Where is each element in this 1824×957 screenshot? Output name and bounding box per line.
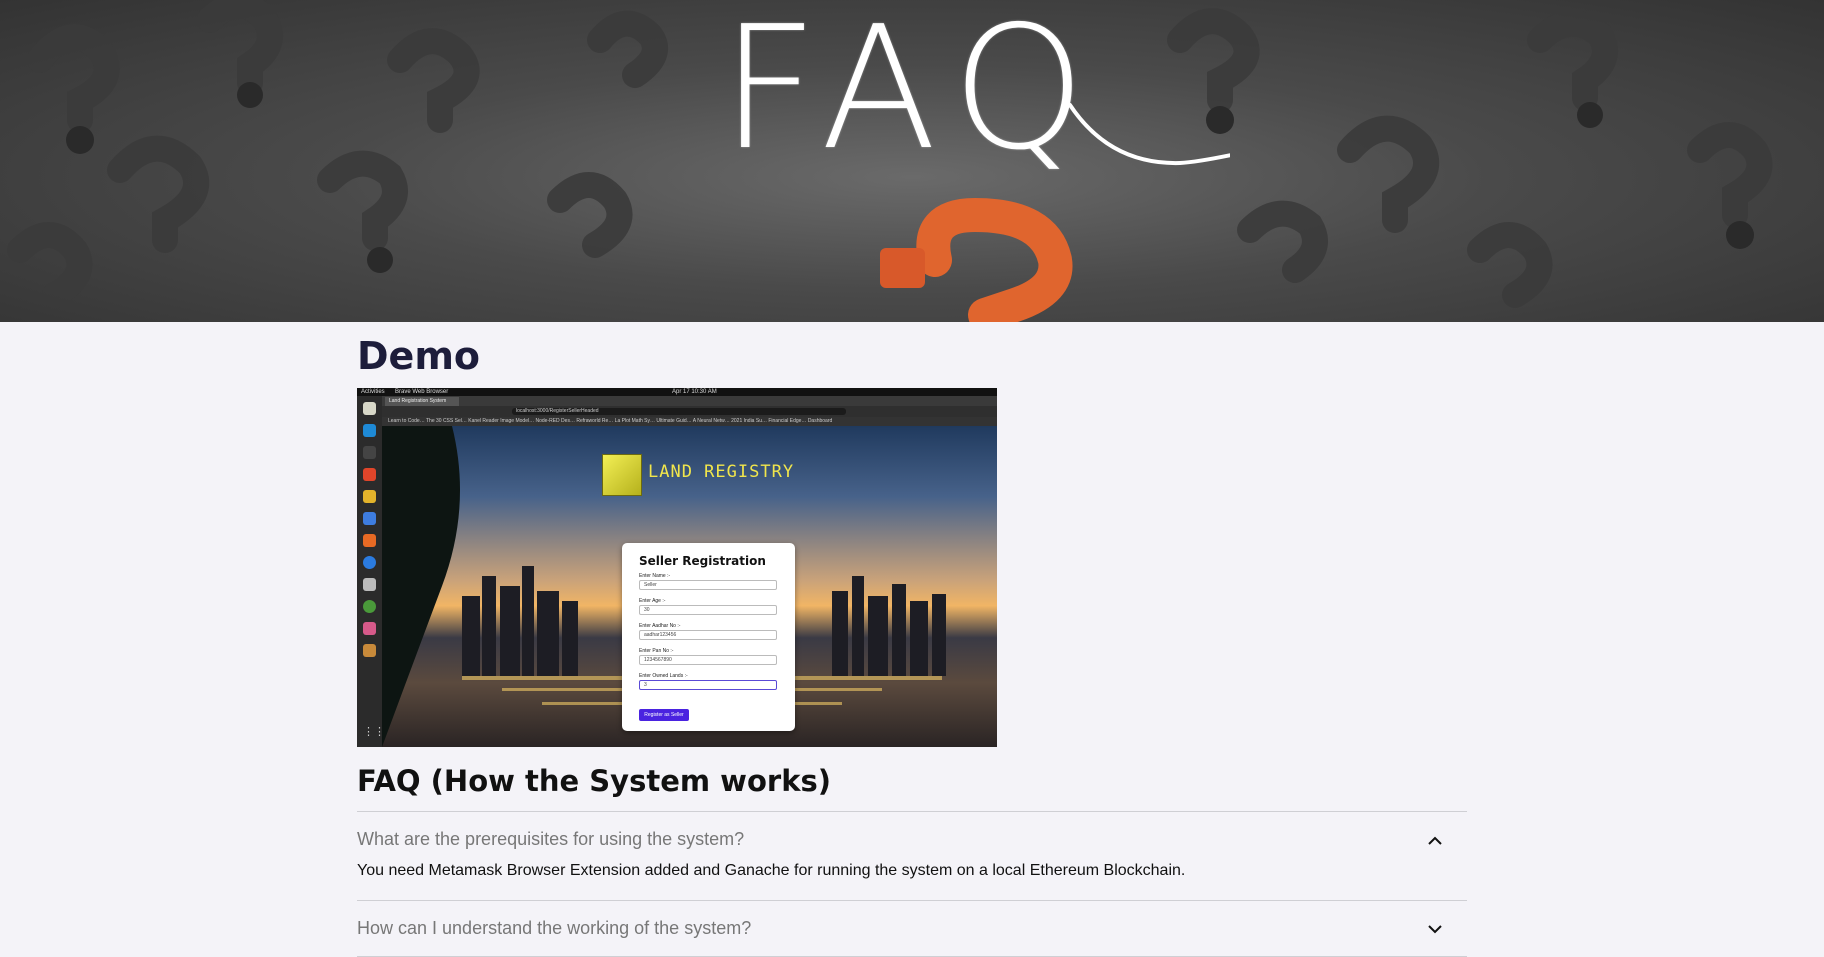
- document-icon: [363, 512, 376, 525]
- globe-icon: [363, 600, 376, 613]
- help-icon: [363, 556, 376, 569]
- browser-tab-strip: Land Registration System: [382, 396, 997, 406]
- topbar-activities: Activities: [361, 389, 385, 395]
- name-field: Seller: [639, 580, 777, 590]
- main-content: Demo Activities Brave Web Browser Apr 17…: [357, 322, 1467, 957]
- rhythmbox-icon: [363, 490, 376, 503]
- faq-question-toggle[interactable]: What are the prerequisites for using the…: [357, 812, 1467, 867]
- brave-icon: [363, 468, 376, 481]
- city-sunset-scene: LAND REGISTRY Seller Registration Enter …: [382, 426, 997, 747]
- field-label: Enter Owned Lands :-: [639, 673, 688, 679]
- land-registry-logo: LAND REGISTRY: [602, 454, 812, 496]
- seller-registration-card: Seller Registration Enter Name :- Seller…: [622, 543, 795, 731]
- faq-heading: FAQ (How the System works): [357, 764, 831, 798]
- url-box: localhost:3000/RegisterSellerHeaded: [512, 408, 846, 415]
- vscode-icon: [363, 424, 376, 437]
- browser-url-bar: localhost:3000/RegisterSellerHeaded: [382, 406, 997, 417]
- chevron-down-icon[interactable]: [1427, 901, 1443, 956]
- desktop-topbar: Activities Brave Web Browser Apr 17 10:3…: [357, 388, 997, 396]
- form-title: Seller Registration: [639, 554, 766, 568]
- trash-icon: [363, 644, 376, 657]
- hero-banner: FAQ: [0, 0, 1824, 322]
- chevron-up-icon[interactable]: [1427, 812, 1443, 867]
- disk-icon: [363, 578, 376, 591]
- demo-screenshot: Activities Brave Web Browser Apr 17 10:3…: [357, 388, 997, 747]
- software-icon: [363, 534, 376, 547]
- aadhar-field: aadhar123456: [639, 630, 777, 640]
- field-label: Enter Pan No :-: [639, 648, 674, 654]
- logo-text: LAND REGISTRY: [648, 462, 795, 482]
- register-seller-button: Register as Seller: [639, 709, 689, 721]
- demo-heading: Demo: [357, 334, 481, 378]
- field-label: Enter Age :-: [639, 598, 666, 604]
- faq-item: How can I understand the working of the …: [357, 901, 1467, 957]
- faq-question-text: What are the prerequisites for using the…: [357, 829, 745, 849]
- monitor-icon: [363, 622, 376, 635]
- topbar-clock: Apr 17 10:30 AM: [672, 389, 717, 395]
- topbar-app: Brave Web Browser: [395, 389, 449, 395]
- hero-title-swash: [1068, 103, 1230, 166]
- browser-tab: Land Registration System: [385, 397, 459, 406]
- field-label: Enter Name :-: [639, 573, 671, 579]
- faq-question-text: How can I understand the working of the …: [357, 918, 752, 938]
- owned-lands-field: 3: [639, 680, 777, 690]
- cube-icon: [602, 454, 642, 496]
- faq-accordion: What are the prerequisites for using the…: [357, 811, 1467, 957]
- terminal-icon: [363, 446, 376, 459]
- field-label: Enter Aadhar No :-: [639, 623, 681, 629]
- age-field: 30: [639, 605, 777, 615]
- pan-field: 1234567890: [639, 655, 777, 665]
- hero-title: FAQ: [720, 0, 1104, 188]
- desktop-dock: ⋮⋮: [357, 396, 385, 747]
- faq-item: What are the prerequisites for using the…: [357, 812, 1467, 901]
- faq-question-toggle[interactable]: How can I understand the working of the …: [357, 901, 1467, 956]
- files-icon: [363, 402, 376, 415]
- bookmarks-bar: Learn to Code… The 30 CSS Sel… Kanel Rea…: [382, 417, 997, 426]
- apps-grid-icon: ⋮⋮: [363, 726, 385, 738]
